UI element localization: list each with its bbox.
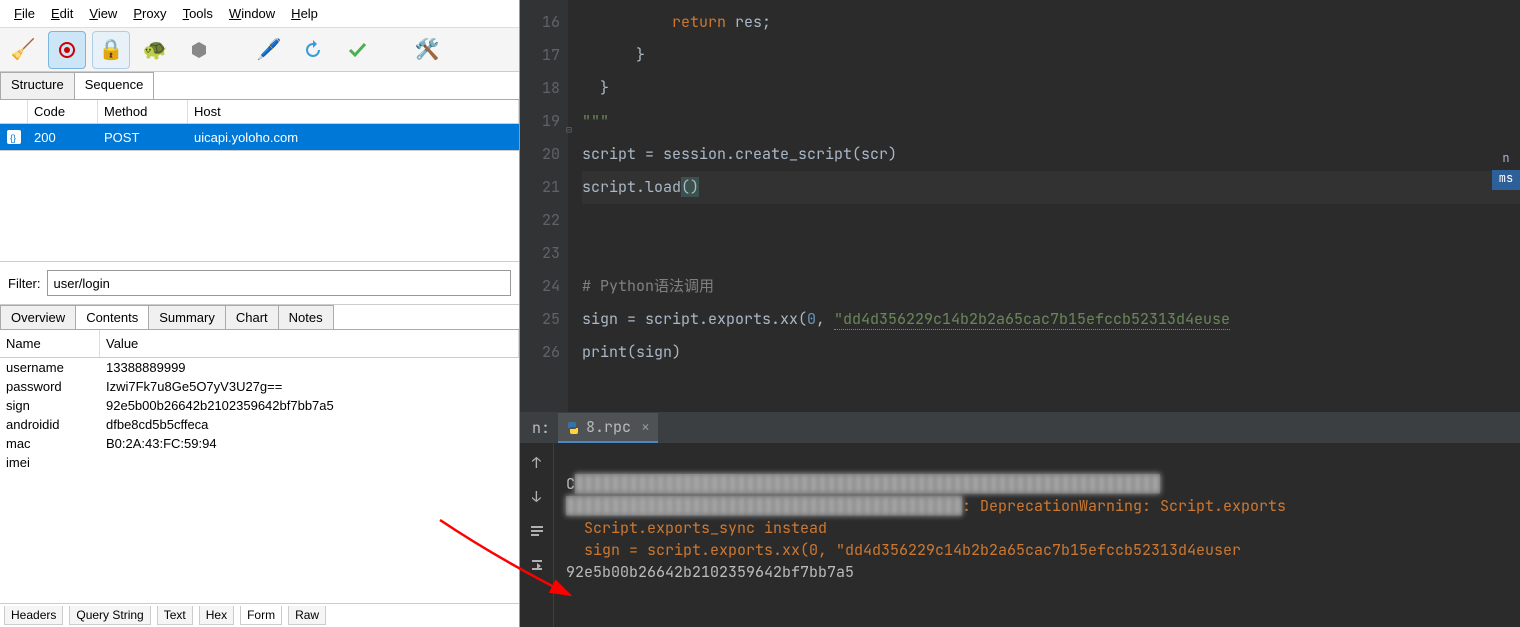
cell-name: username (0, 358, 100, 377)
col-value[interactable]: Value (100, 330, 519, 357)
table-row[interactable]: sign92e5b00b26642b2102359642bf7bb7a5 (0, 396, 519, 415)
code-area[interactable]: return res; } }"""script = session.creat… (568, 0, 1520, 412)
toolbar: 🧹 🔒 🐢 🖊️ 🛠️ (0, 28, 519, 72)
hex-icon[interactable] (180, 31, 218, 69)
cell-name: sign (0, 396, 100, 415)
broom-icon[interactable]: 🧹 (4, 31, 42, 69)
tab-query-string[interactable]: Query String (69, 606, 150, 625)
filter-row: Filter: (0, 261, 519, 305)
menu-file[interactable]: File (8, 4, 41, 23)
request-table: Code Method Host {} 200 POST uicapi.yolo… (0, 100, 519, 151)
table-row[interactable]: androididdfbe8cd5b5cffeca (0, 415, 519, 434)
tab-raw[interactable]: Raw (288, 606, 326, 625)
record-icon[interactable] (48, 31, 86, 69)
col-host[interactable]: Host (188, 100, 519, 123)
menu-proxy[interactable]: Proxy (127, 4, 172, 23)
json-icon: {} (0, 126, 28, 148)
col-method[interactable]: Method (98, 100, 188, 123)
arrow-down-icon[interactable]: ↓ (527, 487, 547, 507)
debugging-proxy-window: File Edit View Proxy Tools Window Help 🧹… (0, 0, 520, 627)
request-table-header: Code Method Host (0, 100, 519, 124)
pencil-icon[interactable]: 🖊️ (250, 31, 288, 69)
cell-name: mac (0, 434, 100, 453)
table-row[interactable]: imei (0, 453, 519, 472)
cell-value: dfbe8cd5b5cffeca (100, 415, 519, 434)
console-tabs: n: 8.rpc × (520, 413, 1520, 443)
tab-structure[interactable]: Structure (0, 72, 75, 99)
cell-value: B0:2A:43:FC:59:94 (100, 434, 519, 453)
tab-notes[interactable]: Notes (278, 305, 334, 329)
table-row[interactable]: macB0:2A:43:FC:59:94 (0, 434, 519, 453)
tab-chart[interactable]: Chart (225, 305, 279, 329)
line-gutter: 16171819⊟20212223242526 (520, 0, 568, 412)
tab-summary[interactable]: Summary (148, 305, 226, 329)
menu-view[interactable]: View (83, 4, 123, 23)
filter-input[interactable] (47, 270, 512, 296)
lock-icon[interactable]: 🔒 (92, 31, 130, 69)
cell-value (100, 453, 519, 472)
cell-name: password (0, 377, 100, 396)
cell-value: 92e5b00b26642b2102359642bf7bb7a5 (100, 396, 519, 415)
scroll-to-end-icon[interactable] (527, 555, 547, 575)
tab-contents[interactable]: Contents (75, 305, 149, 329)
col-name[interactable]: Name (0, 330, 100, 357)
tab-hex[interactable]: Hex (199, 606, 234, 625)
cell-name: imei (0, 453, 100, 472)
svg-text:{}: {} (10, 133, 16, 143)
menu-edit[interactable]: Edit (45, 4, 79, 23)
filter-label: Filter: (8, 276, 41, 291)
code-editor[interactable]: 16171819⊟20212223242526 return res; } }"… (520, 0, 1520, 412)
console-gutter: ↑ ↓ (520, 443, 554, 627)
cell-method: POST (98, 126, 188, 149)
cell-host: uicapi.yoloho.com (188, 126, 519, 149)
tab-sequence[interactable]: Sequence (74, 72, 155, 99)
turtle-icon[interactable]: 🐢 (136, 31, 174, 69)
arrow-up-icon[interactable]: ↑ (527, 453, 547, 473)
tab-text[interactable]: Text (157, 606, 193, 625)
console-tab-prefix: n: (532, 418, 550, 438)
tab-overview[interactable]: Overview (0, 305, 76, 329)
table-row[interactable]: {} 200 POST uicapi.yoloho.com (0, 124, 519, 150)
tab-form[interactable]: Form (240, 606, 282, 625)
tab-headers[interactable]: Headers (4, 606, 63, 625)
table-row[interactable]: passwordIzwi7Fk7u8Ge5O7yV3U27g== (0, 377, 519, 396)
check-icon[interactable] (338, 31, 376, 69)
menu-tools[interactable]: Tools (177, 4, 219, 23)
soft-wrap-icon[interactable] (527, 521, 547, 541)
cell-value: 13388889999 (100, 358, 519, 377)
console-result-hash: 92e5b00b26642b2102359642bf7bb7a5 (566, 562, 854, 582)
wrench-icon[interactable]: 🛠️ (408, 31, 446, 69)
menu-window[interactable]: Window (223, 4, 281, 23)
run-console: n: 8.rpc × ↑ ↓ C████████████████████████… (520, 412, 1520, 627)
cell-value: Izwi7Fk7u8Ge5O7yV3U27g== (100, 377, 519, 396)
body-format-tabs: Headers Query String Text Hex Form Raw (0, 603, 519, 627)
table-row[interactable]: username13388889999 (0, 358, 519, 377)
menu-bar: File Edit View Proxy Tools Window Help (0, 0, 519, 28)
detail-tabs: Overview Contents Summary Chart Notes (0, 305, 519, 330)
console-tab[interactable]: 8.rpc × (558, 413, 658, 443)
cell-name: androidid (0, 415, 100, 434)
close-icon[interactable]: × (641, 417, 650, 437)
refresh-icon[interactable] (294, 31, 332, 69)
code-editor-window: 16171819⊟20212223242526 return res; } }"… (520, 0, 1520, 627)
col-code[interactable]: Code (28, 100, 98, 123)
name-value-table: Name Value username13388889999passwordIz… (0, 330, 519, 472)
console-output[interactable]: C███████████████████████████████████████… (554, 443, 1520, 627)
view-tabs: Structure Sequence (0, 72, 519, 100)
cell-code: 200 (28, 126, 98, 149)
console-tab-label: 8.rpc (586, 417, 631, 437)
editor-right-markers: n ms (1492, 150, 1520, 190)
python-icon (566, 420, 580, 434)
menu-help[interactable]: Help (285, 4, 324, 23)
